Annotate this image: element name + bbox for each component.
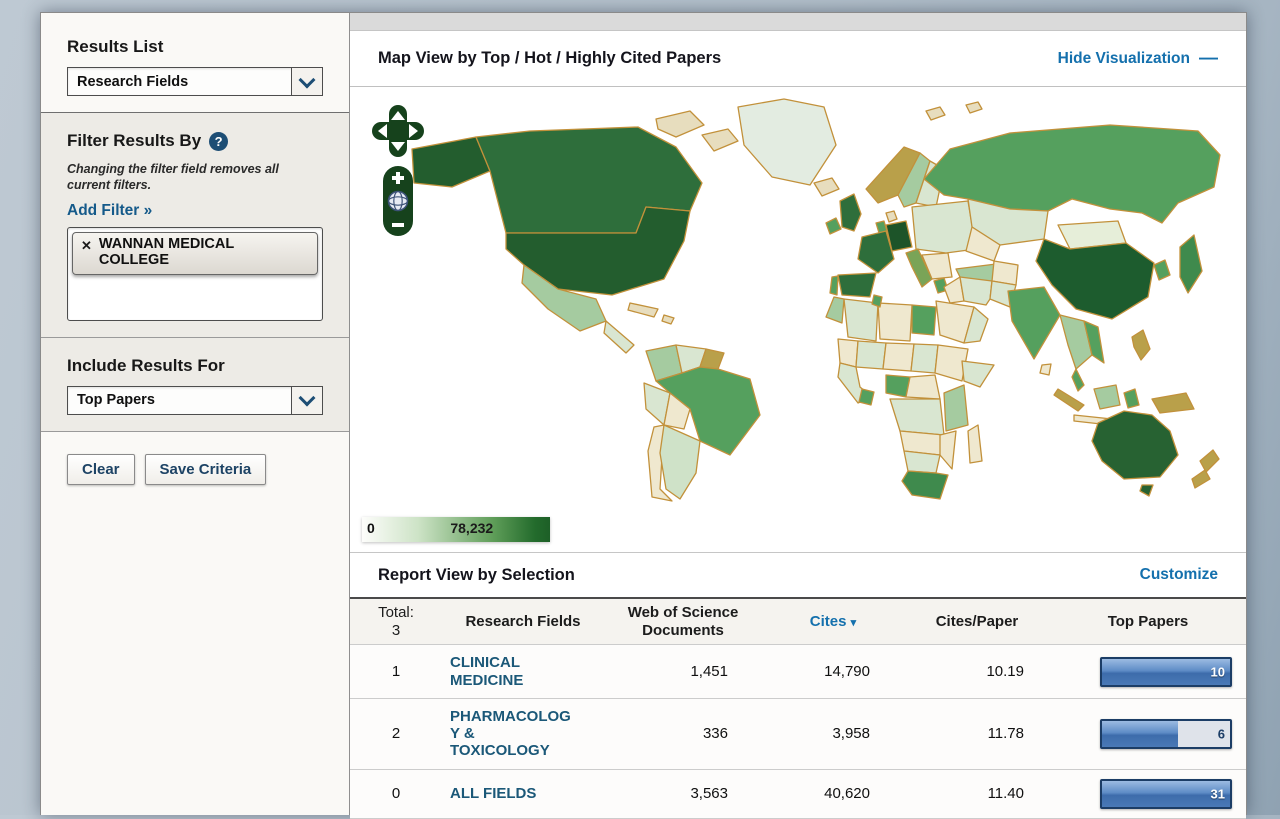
table-row: 1 CLINICAL MEDICINE 1,451 14,790 10.19 1… <box>350 645 1246 699</box>
top-papers-bar[interactable]: 31 <box>1100 779 1232 809</box>
customize-link[interactable]: Customize <box>1140 566 1218 584</box>
oceania-region[interactable] <box>1092 393 1219 496</box>
include-results-dropdown[interactable]: Top Papers <box>67 386 323 415</box>
row-documents: 336 <box>604 698 762 769</box>
top-papers-bar[interactable]: 10 <box>1100 657 1232 687</box>
include-results-dropdown-button[interactable] <box>291 387 322 414</box>
sidebar: Results List Research Fields Filter Resu… <box>41 13 350 815</box>
europe-region[interactable] <box>826 102 982 297</box>
include-results-title: Include Results For <box>67 356 323 376</box>
row-rank: 2 <box>350 698 442 769</box>
row-cites-per-paper: 10.19 <box>904 645 1050 699</box>
report-view-header: Report View by Selection Customize <box>350 553 1246 599</box>
row-documents: 3,563 <box>604 769 762 818</box>
sidebar-buttons-section: Clear Save Criteria <box>41 432 349 816</box>
total-count: Total: 3 <box>350 599 442 645</box>
legend-min-value: 0 <box>367 520 375 536</box>
main-area: Map View by Top / Hot / Highly Cited Pap… <box>350 13 1246 815</box>
row-cites: 40,620 <box>762 769 904 818</box>
collapse-icon: — <box>1199 49 1218 68</box>
row-cites: 3,958 <box>762 698 904 769</box>
filter-section: Filter Results By ? Changing the filter … <box>41 113 349 338</box>
map-view-header: Map View by Top / Hot / Highly Cited Pap… <box>350 31 1246 87</box>
row-cites-per-paper: 11.40 <box>904 769 1050 818</box>
hide-visualization-link[interactable]: Hide Visualization — <box>1058 49 1218 68</box>
filter-chip-label: WANNAN MEDICAL COLLEGE <box>99 236 299 269</box>
clear-button[interactable]: Clear <box>67 454 135 485</box>
north-america-region[interactable] <box>412 99 839 353</box>
results-list-dropdown[interactable]: Research Fields <box>67 67 323 96</box>
field-link[interactable]: PHARMACOLOGY & TOXICOLOGY <box>450 708 571 760</box>
top-papers-bar[interactable]: 6 <box>1100 719 1232 749</box>
filter-chip[interactable]: ✕ WANNAN MEDICAL COLLEGE <box>72 232 318 275</box>
bar-value: 31 <box>1211 786 1225 801</box>
map-visualization: 0 78,232 <box>350 87 1246 553</box>
bar-value: 6 <box>1218 726 1225 741</box>
map-legend: 0 78,232 <box>362 517 550 542</box>
results-list-section: Results List Research Fields <box>41 13 349 113</box>
chevron-down-icon <box>299 390 316 407</box>
results-list-dropdown-value: Research Fields <box>68 68 291 95</box>
globe-icon <box>389 192 408 211</box>
column-wos-documents[interactable]: Web of Science Documents <box>604 599 762 645</box>
row-cites-per-paper: 11.78 <box>904 698 1050 769</box>
table-row: 2 PHARMACOLOGY & TOXICOLOGY 336 3,958 11… <box>350 698 1246 769</box>
legend-max-value: 78,232 <box>450 520 493 536</box>
add-filter-link[interactable]: Add Filter » <box>67 202 152 220</box>
active-filters-box: ✕ WANNAN MEDICAL COLLEGE <box>67 227 323 321</box>
row-rank: 0 <box>350 769 442 818</box>
row-cites: 14,790 <box>762 645 904 699</box>
report-table: Total: 3 Research Fields Web of Science … <box>350 599 1246 819</box>
results-list-title: Results List <box>67 37 323 57</box>
column-cites-per-paper[interactable]: Cites/Paper <box>904 599 1050 645</box>
report-view-title: Report View by Selection <box>378 566 1140 585</box>
help-icon[interactable]: ? <box>209 132 228 151</box>
app-window: Results List Research Fields Filter Resu… <box>40 12 1247 815</box>
filter-title: Filter Results By ? <box>67 131 323 151</box>
field-link[interactable]: ALL FIELDS <box>450 785 536 802</box>
remove-filter-icon[interactable]: ✕ <box>81 238 92 254</box>
filter-note: Changing the filter field removes all cu… <box>67 161 323 194</box>
bar-value: 10 <box>1211 664 1225 679</box>
chevron-down-icon <box>299 71 316 88</box>
south-america-region[interactable] <box>644 345 760 501</box>
bar-fill <box>1102 721 1178 747</box>
include-results-dropdown-value: Top Papers <box>68 387 291 414</box>
field-link[interactable]: CLINICAL MEDICINE <box>450 654 523 688</box>
map-view-title: Map View by Top / Hot / Highly Cited Pap… <box>378 49 1058 68</box>
row-documents: 1,451 <box>604 645 762 699</box>
report-table-header-row: Total: 3 Research Fields Web of Science … <box>350 599 1246 645</box>
column-top-papers[interactable]: Top Papers <box>1050 599 1246 645</box>
world-map-choropleth[interactable] <box>406 91 1228 505</box>
include-results-section: Include Results For Top Papers <box>41 338 349 432</box>
top-strip <box>350 13 1246 31</box>
save-criteria-button[interactable]: Save Criteria <box>145 454 267 485</box>
results-list-dropdown-button[interactable] <box>291 68 322 95</box>
row-rank: 1 <box>350 645 442 699</box>
sort-descending-icon: ▾ <box>851 617 857 629</box>
table-row: 0 ALL FIELDS 3,563 40,620 11.40 31 <box>350 769 1246 818</box>
column-cites-sorted[interactable]: Cites ▾ <box>762 599 904 645</box>
column-research-fields[interactable]: Research Fields <box>442 599 604 645</box>
